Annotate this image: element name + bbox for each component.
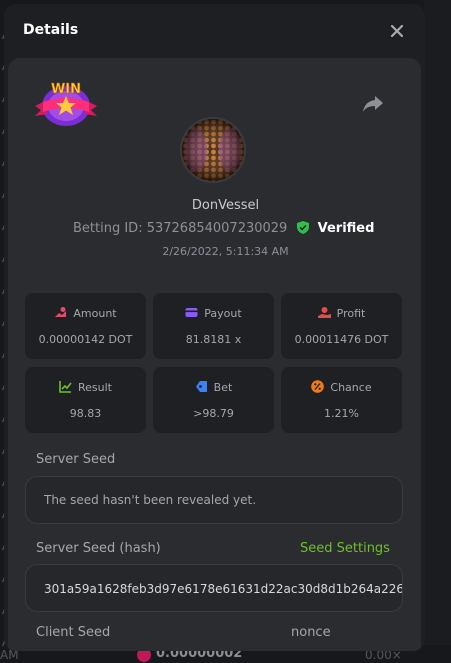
nonce-label: nonce [291,625,331,640]
verified-label: Verified [317,221,375,236]
win-badge-text: WIN [51,82,81,97]
betting-id-value[interactable]: 53726854007230029 [147,221,288,236]
server-seed-hash-value: 301a59a1628feb3d97e6178e61631d22ac30d8d1… [44,582,403,596]
stat-value: 0.00000142 DOT [38,333,133,346]
tag-icon [195,381,207,392]
background-right-column [424,0,451,645]
stat-value: 0.00011476 DOT [294,333,389,346]
server-seed-hash-label: Server Seed (hash) [36,541,161,556]
client-seed-label: Client Seed [36,625,111,640]
avatar-image [182,119,244,181]
share-button[interactable] [361,94,385,114]
percent-icon [311,380,325,393]
seed-settings-link[interactable]: Seed Settings [300,541,390,556]
stat-bet: Bet >98.79 [153,367,274,433]
verified-shield-icon [297,221,310,234]
server-seed-label: Server Seed [36,452,116,467]
close-button[interactable] [388,22,406,40]
stat-amount: Amount 0.00000142 DOT [25,293,146,359]
server-seed-value: The seed hasn't been revealed yet. [44,493,257,507]
win-badge: WIN [33,76,99,128]
stat-label: Chance [330,381,372,394]
avatar[interactable] [180,117,246,183]
modal-title: Details [23,22,79,38]
stat-value: 98.83 [69,407,102,420]
chart-icon [59,381,72,393]
stat-value: >98.79 [193,407,234,420]
hand-coin-icon [317,307,331,318]
stat-value: 1.21% [324,407,359,420]
wallet-icon [185,308,198,317]
coins-icon [55,307,67,317]
stat-label: Bet [213,381,233,394]
stat-label: Result [78,381,112,394]
betting-id-line: Betting ID: 53726854007230029 Verified [73,221,374,236]
betting-id-label: Betting ID: [73,221,143,236]
stat-value: 81.8181 x [185,333,242,346]
share-icon [363,96,383,112]
stat-label: Profit [336,307,366,320]
server-seed-field[interactable]: The seed hasn't been revealed yet. [25,476,403,524]
stat-result: Result 98.83 [25,367,146,433]
server-seed-hash-field[interactable]: 301a59a1628feb3d97e6178e61631d22ac30d8d1… [25,564,403,612]
bet-date: 2/26/2022, 5:11:34 AM [162,245,289,258]
win-badge-icon: WIN [35,82,97,126]
stat-chance: Chance 1.21% [281,367,402,433]
close-icon [390,24,404,38]
stat-label: Payout [204,307,242,320]
username[interactable]: DonVessel [0,198,451,213]
stat-profit: Profit 0.00011476 DOT [281,293,402,359]
stat-label: Amount [73,307,117,320]
stat-payout: Payout 81.8181 x [153,293,274,359]
